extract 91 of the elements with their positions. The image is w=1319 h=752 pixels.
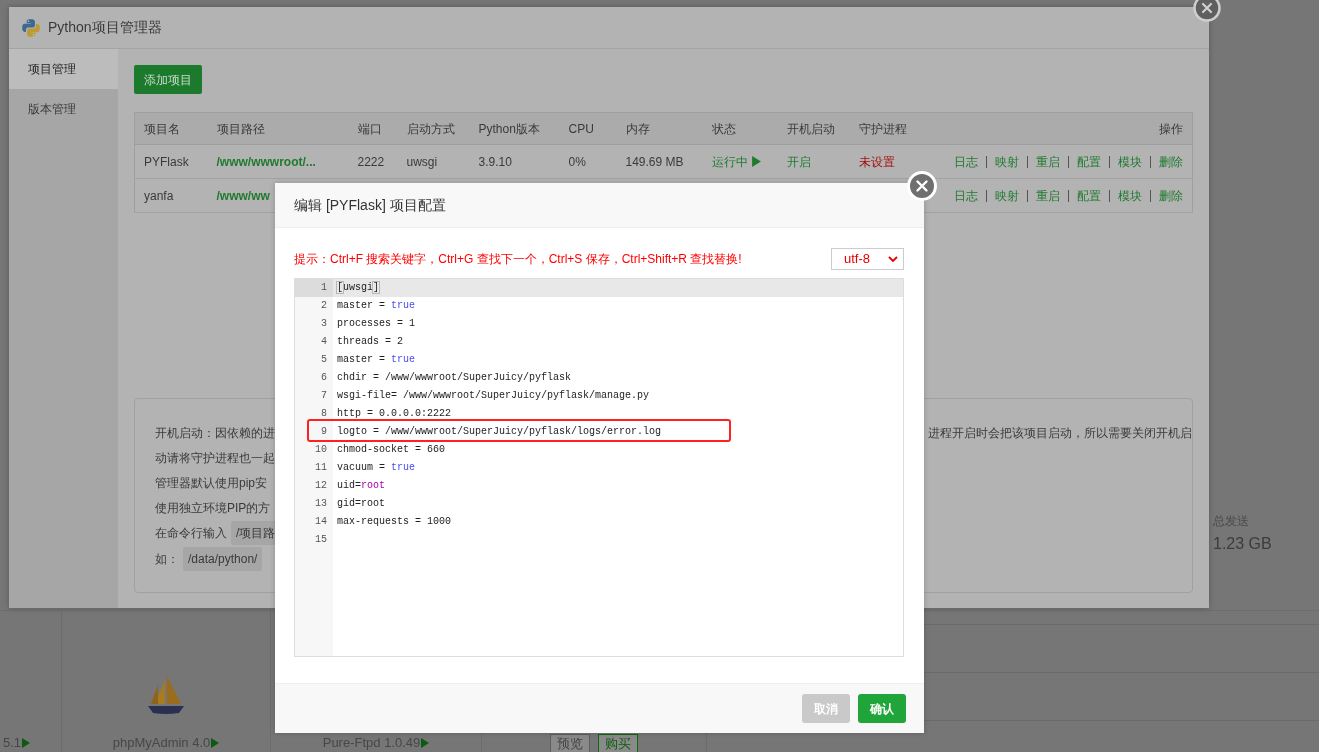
code-editor[interactable]	[294, 278, 904, 657]
table-cell: 3.9.10	[469, 144, 560, 179]
table-cell: 149.69 MB	[616, 144, 703, 179]
preview-button[interactable]: 预览	[550, 734, 590, 752]
line-number: 1	[295, 279, 333, 297]
dialog-title: 编辑 [PYFlask] 项目配置	[294, 195, 446, 215]
table-cell: 0%	[559, 144, 617, 179]
buy-button[interactable]: 购买	[598, 734, 638, 752]
window-title: Python项目管理器	[48, 18, 162, 37]
action-link[interactable]: 日志	[954, 186, 978, 205]
path-link[interactable]: /www/wwwroot/...	[216, 154, 316, 169]
note-text: 进程开启时会把该项目启动，所以需要关闭开机启	[928, 424, 1192, 442]
column-header: Python版本	[469, 112, 560, 145]
sidebar-item[interactable]: 项目管理	[9, 49, 118, 89]
code-line: chdir = /www/wwwroot/SuperJuicy/pyflask	[336, 371, 573, 385]
chevron-down-icon	[888, 256, 898, 262]
play-icon	[211, 737, 220, 748]
line-number: 15	[314, 533, 328, 547]
column-header: 操作	[944, 112, 1193, 145]
table-cell: 开启	[777, 144, 850, 179]
code-line: master = true	[336, 353, 417, 367]
action-link[interactable]: 映射	[995, 186, 1019, 205]
code-line: wsgi-file= /www/wwwroot/SuperJuicy/pyflask/manage.py	[336, 389, 651, 403]
action-link[interactable]: 模块	[1118, 186, 1142, 205]
table-cell: 2222	[348, 144, 398, 179]
note-text: 使用独立环境PIP的方	[155, 499, 271, 517]
play-icon	[22, 737, 31, 748]
close-button[interactable]	[1193, 0, 1221, 22]
code-line: vacuum = true	[336, 461, 417, 475]
column-header: 开机启动	[777, 112, 850, 145]
note-text: 如：	[155, 551, 179, 568]
logo-icon	[22, 18, 40, 37]
note-text: 管理器默认使用pip安	[155, 474, 267, 492]
encoding-select[interactable]: utf-8	[831, 248, 904, 270]
code-line: master = true	[336, 299, 417, 313]
code-line: chmod-socket = 660	[336, 443, 447, 457]
column-header: 端口	[348, 112, 398, 145]
line-number: 6	[320, 371, 328, 385]
action-link[interactable]: 映射	[995, 152, 1019, 171]
column-header: 守护进程	[849, 112, 945, 145]
action-link[interactable]: 日志	[954, 152, 978, 171]
action-link[interactable]: 配置	[1077, 186, 1101, 205]
code-line: logto = /www/wwwroot/SuperJuicy/pyflask/logs/error.log	[336, 425, 663, 439]
add-project-button[interactable]: 添加项目	[134, 65, 202, 94]
line-number: 9	[320, 425, 328, 439]
action-link[interactable]: 删除	[1159, 186, 1183, 205]
play-icon	[421, 737, 430, 748]
line-number: 7	[320, 389, 328, 403]
line-number: 14	[314, 515, 328, 529]
action-link[interactable]: 配置	[1077, 152, 1101, 171]
status-text: 运行中	[711, 153, 748, 171]
line-number: 8	[320, 407, 328, 421]
column-header: 项目路径	[207, 112, 349, 145]
line-number: 13	[314, 497, 328, 511]
code-line: uid=root	[336, 479, 387, 493]
line-number: 4	[320, 335, 328, 349]
stat-value: 1.23 GB	[1213, 534, 1272, 554]
code-line: max-requests = 1000	[336, 515, 453, 529]
column-header: 启动方式	[397, 112, 470, 145]
column-header: 状态	[702, 112, 778, 145]
table-cell: PYFlask	[134, 144, 208, 179]
column-header: 内存	[616, 112, 703, 145]
table-cell: uwsgi	[397, 144, 470, 179]
line-number: 5	[320, 353, 328, 367]
note-text: 开机启动：因依赖的进	[155, 424, 275, 442]
column-header: CPU	[559, 112, 617, 145]
close-icon	[1193, 0, 1221, 22]
table-cell: yanfa	[134, 178, 208, 213]
play-icon	[751, 156, 761, 167]
line-number: 3	[320, 317, 328, 331]
code-line: processes = 1	[336, 317, 416, 331]
line-number: 12	[314, 479, 328, 493]
line-number: 11	[314, 461, 328, 475]
confirm-button[interactable]: 确认	[858, 694, 906, 723]
code-line: http = 0.0.0.0:2222	[336, 407, 453, 421]
hint-text: 提示：Ctrl+F 搜索关键字，Ctrl+G 查找下一个，Ctrl+S 保存，Ctrl+Shift+R 查找替换!	[294, 251, 742, 268]
action-link[interactable]: 重启	[1036, 186, 1060, 205]
code-line: gid=root	[336, 497, 386, 511]
action-link[interactable]: 删除	[1159, 152, 1183, 171]
action-link[interactable]: 重启	[1036, 152, 1060, 171]
action-link[interactable]: 模块	[1118, 152, 1142, 171]
path-link[interactable]: /www/ww	[216, 188, 270, 203]
code-snippet: /data/python/	[183, 547, 263, 571]
line-number: 10	[314, 443, 328, 457]
sidebar-item[interactable]: 版本管理	[9, 89, 118, 129]
note-text: 在命令行输入	[155, 525, 227, 542]
note-text: 动请将守护进程也一起	[155, 449, 275, 467]
line-number: 2	[320, 299, 328, 313]
sailboat-icon	[148, 675, 184, 715]
column-header: 项目名	[134, 112, 208, 145]
code-line: threads = 2	[336, 335, 404, 349]
